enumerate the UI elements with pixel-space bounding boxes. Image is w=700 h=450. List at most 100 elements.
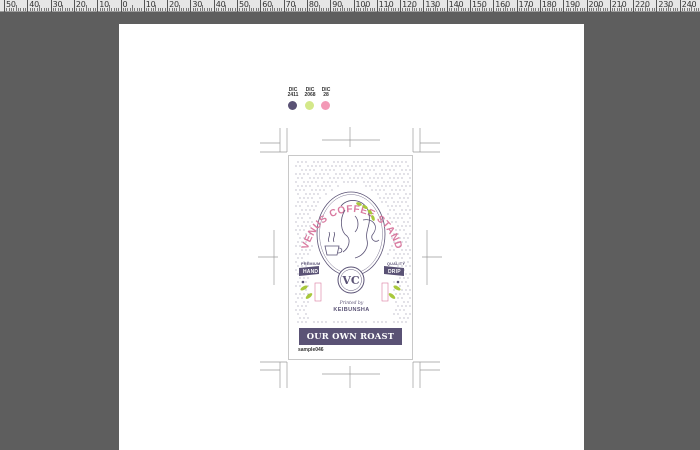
ruler-minor-tick: [404, 8, 406, 11]
ruler-minor-tick: [416, 8, 418, 11]
ruler-minor-tick: [285, 8, 287, 11]
ruler-minor-tick: [304, 8, 306, 11]
ruler-minor-tick: [164, 8, 166, 11]
ruler-minor-tick: [390, 8, 392, 11]
ruler-minor-tick: [414, 8, 416, 11]
ruler-minor-tick: [344, 8, 346, 11]
ruler-minor-tick: [181, 8, 183, 11]
ruler-major-tick: [563, 0, 565, 12]
ruler-minor-tick: [192, 8, 194, 11]
ruler-minor-tick: [17, 8, 19, 11]
ruler-minor-tick: [150, 8, 152, 11]
ruler-minor-tick: [369, 8, 371, 11]
ruler-major-tick: [656, 0, 658, 12]
ruler-minor-tick: [696, 8, 697, 11]
coffee-label-card[interactable]: VENUS COFFEE STAND VC: [288, 155, 413, 360]
ruler-minor-tick: [185, 8, 187, 11]
ruler-minor-tick: [76, 8, 78, 11]
ruler-minor-tick: [621, 5, 623, 11]
ruler-minor-tick: [518, 8, 520, 11]
ruler-minor-tick: [658, 8, 660, 11]
ruler-minor-tick: [402, 8, 404, 11]
ruler-minor-tick: [682, 8, 684, 11]
ruler-minor-tick: [183, 8, 185, 11]
ruler-minor-tick: [125, 8, 127, 11]
swatch-color-dot: [321, 101, 330, 110]
ruler-minor-tick: [479, 8, 481, 11]
ruler-minor-tick: [104, 8, 106, 11]
ruler-minor-tick: [41, 8, 43, 11]
ruler-minor-tick: [663, 8, 665, 11]
ruler-major-tick: [586, 0, 588, 12]
ruler-minor-tick: [430, 8, 432, 11]
ruler-minor-tick: [234, 8, 236, 11]
ruler-minor-tick: [253, 8, 255, 11]
ruler-minor-tick: [432, 8, 434, 11]
ruler-minor-tick: [38, 5, 40, 11]
ruler-minor-tick: [162, 8, 164, 11]
ruler-minor-tick: [223, 8, 225, 11]
ruler-minor-tick: [276, 8, 278, 11]
ruler-minor-tick: [134, 8, 136, 11]
ruler-minor-tick: [372, 8, 374, 11]
ruler-minor-tick: [458, 5, 460, 11]
ruler-minor-tick: [542, 8, 544, 11]
ruler-minor-tick: [267, 8, 269, 11]
ruler-minor-tick: [264, 8, 266, 11]
ruler-minor-tick: [521, 8, 523, 11]
ruler-minor-tick: [257, 8, 259, 11]
ruler-minor-tick: [132, 5, 134, 11]
ruler-minor-tick: [600, 8, 602, 11]
ruler-minor-tick: [122, 8, 124, 11]
ruler-major-tick: [50, 0, 52, 12]
ruler-minor-tick: [572, 8, 574, 11]
swatch-color-dot: [305, 101, 314, 110]
ruler-minor-tick: [69, 8, 71, 11]
ruler-minor-tick: [174, 8, 176, 11]
ruler-minor-tick: [178, 5, 180, 11]
ruler-minor-tick: [665, 8, 667, 11]
ruler-minor-tick: [565, 8, 567, 11]
ruler-minor-tick: [195, 8, 197, 11]
ruler-minor-tick: [668, 5, 670, 11]
ruler-minor-tick: [672, 8, 674, 11]
ruler-minor-tick: [239, 8, 241, 11]
file-label: sample046: [298, 347, 324, 353]
ruler-minor-tick: [460, 8, 462, 11]
ruler-minor-tick: [141, 8, 143, 11]
ruler-minor-tick: [544, 8, 546, 11]
ruler-minor-tick: [698, 8, 700, 11]
ruler-major-tick: [493, 0, 495, 12]
ruler-minor-tick: [383, 8, 385, 11]
ruler-minor-tick: [80, 8, 82, 11]
ruler-minor-tick: [595, 8, 597, 11]
ruler-minor-tick: [500, 8, 502, 11]
ruler-minor-tick: [626, 8, 628, 11]
ruler-minor-tick: [160, 8, 162, 11]
ruler-minor-tick: [456, 8, 458, 11]
ruler-minor-tick: [20, 8, 22, 11]
ruler-minor-tick: [686, 8, 688, 11]
ruler-minor-tick: [593, 8, 595, 11]
ruler-minor-tick: [449, 8, 451, 11]
ruler-major-tick: [213, 0, 215, 12]
ruler-minor-tick: [574, 5, 576, 11]
hand-text: HAND: [303, 269, 319, 275]
ruler-minor-tick: [677, 8, 679, 11]
ruler-minor-tick: [101, 8, 103, 11]
ruler-minor-tick: [157, 8, 159, 11]
ruler-minor-tick: [614, 8, 616, 11]
ruler-minor-tick: [94, 8, 96, 11]
ruler-minor-tick: [525, 8, 527, 11]
ruler-minor-tick: [339, 8, 341, 11]
ruler-major-tick: [97, 0, 99, 12]
swatch-color-dot: [288, 101, 297, 110]
ruler-minor-tick: [202, 5, 204, 11]
ruler-minor-tick: [691, 5, 693, 11]
ruler-minor-tick: [588, 8, 590, 11]
horizontal-ruler[interactable]: 50 40 30 20 10 0 10 20 30 40 50 60 70 80 90 100 110 120 13…: [0, 0, 700, 12]
ruler-major-tick: [470, 0, 471, 12]
ruler-minor-tick: [108, 5, 110, 11]
ruler-minor-tick: [684, 8, 686, 11]
ruler-minor-tick: [637, 8, 639, 11]
